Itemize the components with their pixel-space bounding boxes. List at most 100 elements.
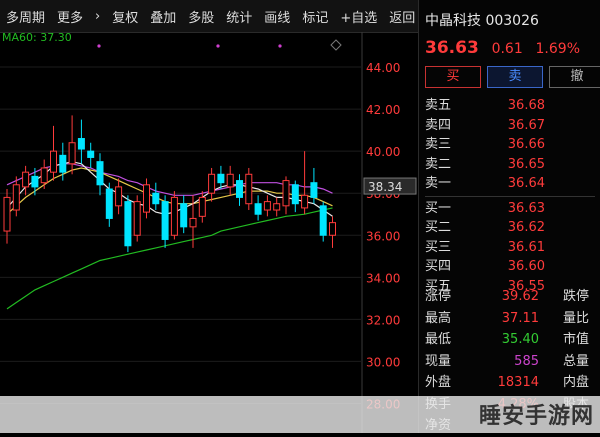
candle-body: [301, 194, 309, 209]
buy-button[interactable]: 买: [425, 66, 481, 88]
price-tick-label: 42.00: [366, 103, 400, 117]
candle-body: [170, 196, 178, 236]
stat-value: 39.62: [501, 289, 539, 304]
candle-body: [245, 173, 253, 205]
bid-row[interactable]: 买一 36.63: [425, 199, 595, 219]
ask-row[interactable]: 卖四 36.67: [425, 116, 595, 136]
order-book: 卖五 36.68 卖四 36.67 卖三 36.66 卖二 36.65 卖一 36.64 买一 36.…: [425, 96, 595, 296]
order-level-price: 36.63: [507, 200, 545, 216]
candle-body: [59, 154, 67, 173]
toolbar-item-6[interactable]: 画线: [258, 7, 296, 26]
toolbar-item-4[interactable]: 多股: [182, 7, 220, 26]
diamond-icon: [330, 39, 342, 51]
stat-label-2: 内盘: [562, 375, 589, 390]
order-level-price: 36.61: [507, 239, 545, 255]
toolbar-item-8[interactable]: +自选: [334, 7, 383, 26]
stat-label-2: 量比: [562, 310, 589, 326]
ask-row[interactable]: 卖二 36.65: [425, 155, 595, 175]
stat-label-2: 市值: [562, 332, 589, 347]
candle-body: [77, 138, 85, 150]
watermark-logo: 睡安手游网: [478, 404, 594, 429]
price-tick-label: 36.00: [366, 229, 400, 243]
bid-row[interactable]: 买三 36.61: [425, 238, 595, 258]
candle-body: [310, 182, 318, 198]
order-level-label: 买三: [425, 239, 452, 255]
candle-body: [152, 192, 160, 205]
price-tick-label: 30.00: [366, 355, 400, 369]
candle-body: [263, 201, 271, 211]
ask-row[interactable]: 卖五 36.68: [425, 96, 595, 116]
order-level-price: 36.60: [507, 259, 545, 274]
candle-body: [31, 175, 39, 188]
toolbar-item-9[interactable]: 返回: [383, 7, 421, 26]
price-tick-label: 40.00: [366, 145, 400, 159]
stat-value: 585: [514, 353, 539, 369]
candle-body: [3, 196, 11, 232]
toolbar-item-3[interactable]: 叠加: [144, 7, 182, 26]
event-marker: [278, 44, 282, 48]
price-line: 36.63 0.61 1.69%: [425, 38, 580, 58]
ma60-line: [6, 207, 333, 310]
quote-panel: 中晶科技 003026 36.63 0.61 1.69% 买 卖 撤 卖五 36.…: [418, 0, 600, 433]
bid-row[interactable]: 买二 36.62: [425, 218, 595, 238]
candle-body: [319, 205, 327, 236]
cancel-order-button[interactable]: 撤: [549, 66, 600, 88]
stat-label-2: 总量: [562, 353, 589, 369]
order-level-price: 36.68: [507, 98, 545, 113]
bid-row[interactable]: 买四 36.60: [425, 257, 595, 277]
ask-row[interactable]: 卖三 36.66: [425, 135, 595, 155]
toolbar-item-5[interactable]: 统计: [220, 7, 258, 26]
order-level-label: 买二: [425, 220, 452, 235]
candle-body: [282, 180, 290, 207]
stock-code: 003026: [485, 13, 539, 29]
stat-row: 涨停 39.62 跌停: [425, 286, 595, 308]
candle-body: [161, 201, 169, 240]
stat-label: 外盘: [425, 375, 452, 390]
ask-row[interactable]: 卖一 36.64: [425, 174, 595, 194]
candle-body: [198, 196, 206, 217]
candle-body: [22, 171, 30, 188]
sell-button[interactable]: 卖: [487, 66, 543, 88]
order-level-price: 36.62: [507, 220, 545, 235]
candle-body: [68, 142, 76, 165]
order-level-label: 买四: [425, 259, 452, 274]
candle-body: [143, 184, 150, 213]
ma60-label: MA60: 37.30: [2, 32, 72, 44]
candle-body: [50, 150, 57, 173]
toolbar-item-7[interactable]: 标记: [296, 7, 334, 26]
candle-body: [96, 161, 104, 186]
price-change-pct: 1.69%: [535, 41, 580, 57]
last-price: 36.63: [425, 38, 479, 58]
stat-label: 最高: [425, 310, 452, 326]
stat-value: 35.40: [501, 332, 539, 347]
price-tick-label: 32.00: [366, 313, 400, 327]
price-tick-label: 44.00: [366, 61, 400, 75]
order-level-price: 36.66: [507, 137, 545, 152]
stat-row: 最高 37.11 量比: [425, 308, 595, 330]
candle-body: [180, 203, 188, 228]
kline-chart[interactable]: 44.0042.0040.0038.0036.0034.0032.0030.00…: [0, 32, 418, 433]
toolbar-item-2[interactable]: 复权: [106, 7, 144, 26]
trade-buttons: 买 卖 撤: [425, 66, 600, 88]
toolbar-item-1[interactable]: 更多: [51, 7, 89, 26]
stat-label: 涨停: [425, 289, 452, 304]
candle-body: [115, 186, 123, 207]
crosshair-price-label: 38.34: [368, 180, 402, 194]
order-level-label: 卖五: [425, 98, 452, 113]
stock-title: 中晶科技 003026: [425, 10, 539, 30]
candle-body: [217, 173, 225, 184]
candle-body: [254, 203, 262, 215]
candle-body: [189, 217, 197, 228]
order-level-label: 卖三: [425, 137, 452, 152]
toolbar-item-0[interactable]: 多周期: [0, 7, 51, 26]
price-change: 0.61: [491, 41, 523, 57]
stat-value: 37.11: [501, 310, 539, 326]
order-level-label: 卖四: [425, 117, 452, 133]
chevron-right-icon[interactable]: ›: [89, 9, 106, 24]
event-marker: [97, 44, 101, 48]
stat-label: 现量: [425, 353, 452, 369]
order-level-price: 36.65: [507, 156, 545, 172]
stat-label-2: 跌停: [562, 289, 589, 304]
event-marker: [216, 44, 220, 48]
candle-body: [291, 184, 299, 205]
